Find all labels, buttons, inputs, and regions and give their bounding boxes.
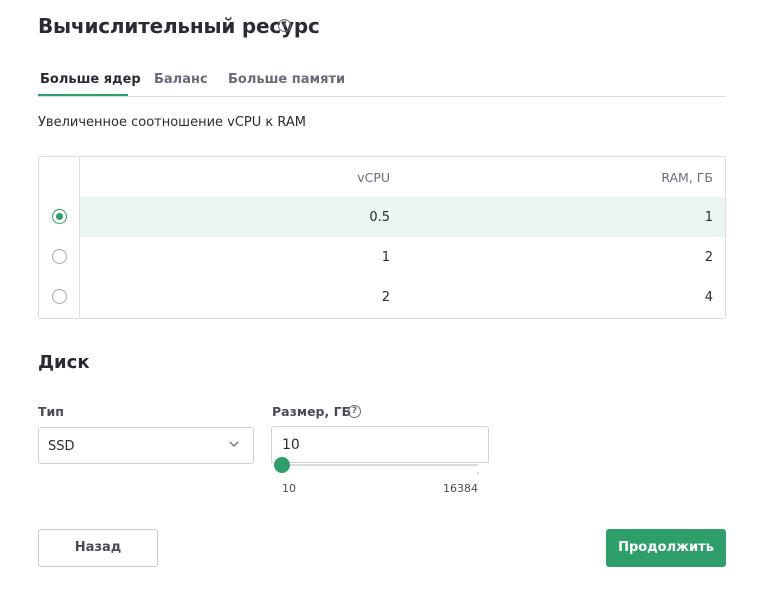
tab-description: Увеличенное соотношение vCPU к RAM — [38, 115, 307, 130]
back-button[interactable]: Назад — [38, 529, 158, 567]
size-slider-track[interactable] — [282, 464, 478, 466]
slider-min-label: 10 — [282, 482, 296, 495]
disk-type-label: Тип — [38, 404, 64, 419]
table-header: vCPU RAM, ГБ — [39, 157, 725, 197]
help-icon[interactable]: ? — [348, 405, 361, 418]
radio-cell — [39, 277, 80, 317]
disk-type-select[interactable]: SSD — [38, 427, 254, 464]
ram-value: 2 — [704, 250, 713, 265]
active-tab-indicator — [38, 94, 128, 96]
tab-bar: Больше ядер Баланс Больше памяти — [38, 70, 726, 97]
size-slider-max-mark — [477, 472, 479, 474]
tab-more-memory[interactable]: Больше памяти — [228, 72, 345, 87]
table-row[interactable]: 0.5 1 — [39, 197, 725, 237]
radio-button[interactable] — [52, 289, 67, 304]
vcpu-value: 2 — [381, 290, 390, 305]
disk-size-input[interactable] — [271, 426, 489, 463]
continue-button[interactable]: Продолжить — [606, 529, 726, 567]
tab-balance[interactable]: Баланс — [154, 72, 208, 87]
vcpu-value: 0.5 — [369, 210, 390, 225]
ram-value: 4 — [704, 290, 713, 305]
help-icon[interactable]: ? — [278, 19, 291, 32]
table-row[interactable]: 2 4 — [39, 277, 725, 317]
resource-table: vCPU RAM, ГБ 0.5 1 1 2 2 4 — [38, 156, 726, 319]
ram-value: 1 — [704, 210, 713, 225]
chevron-down-icon — [229, 441, 239, 447]
radio-column-header — [39, 157, 80, 197]
vcpu-value: 1 — [381, 250, 390, 265]
disk-size-label: Размер, ГБ — [272, 404, 352, 419]
size-slider-handle[interactable] — [274, 457, 290, 473]
column-header-ram: RAM, ГБ — [661, 170, 713, 185]
radio-button-selected[interactable] — [52, 209, 67, 224]
disk-section-title: Диск — [38, 352, 90, 373]
disk-type-value: SSD — [48, 439, 75, 454]
radio-cell — [39, 237, 80, 277]
radio-cell — [39, 197, 80, 237]
column-header-vcpu: vCPU — [357, 170, 390, 185]
table-row[interactable]: 1 2 — [39, 237, 725, 277]
slider-max-label: 16384 — [443, 482, 478, 495]
tab-more-cores[interactable]: Больше ядер — [40, 72, 141, 87]
radio-button[interactable] — [52, 249, 67, 264]
